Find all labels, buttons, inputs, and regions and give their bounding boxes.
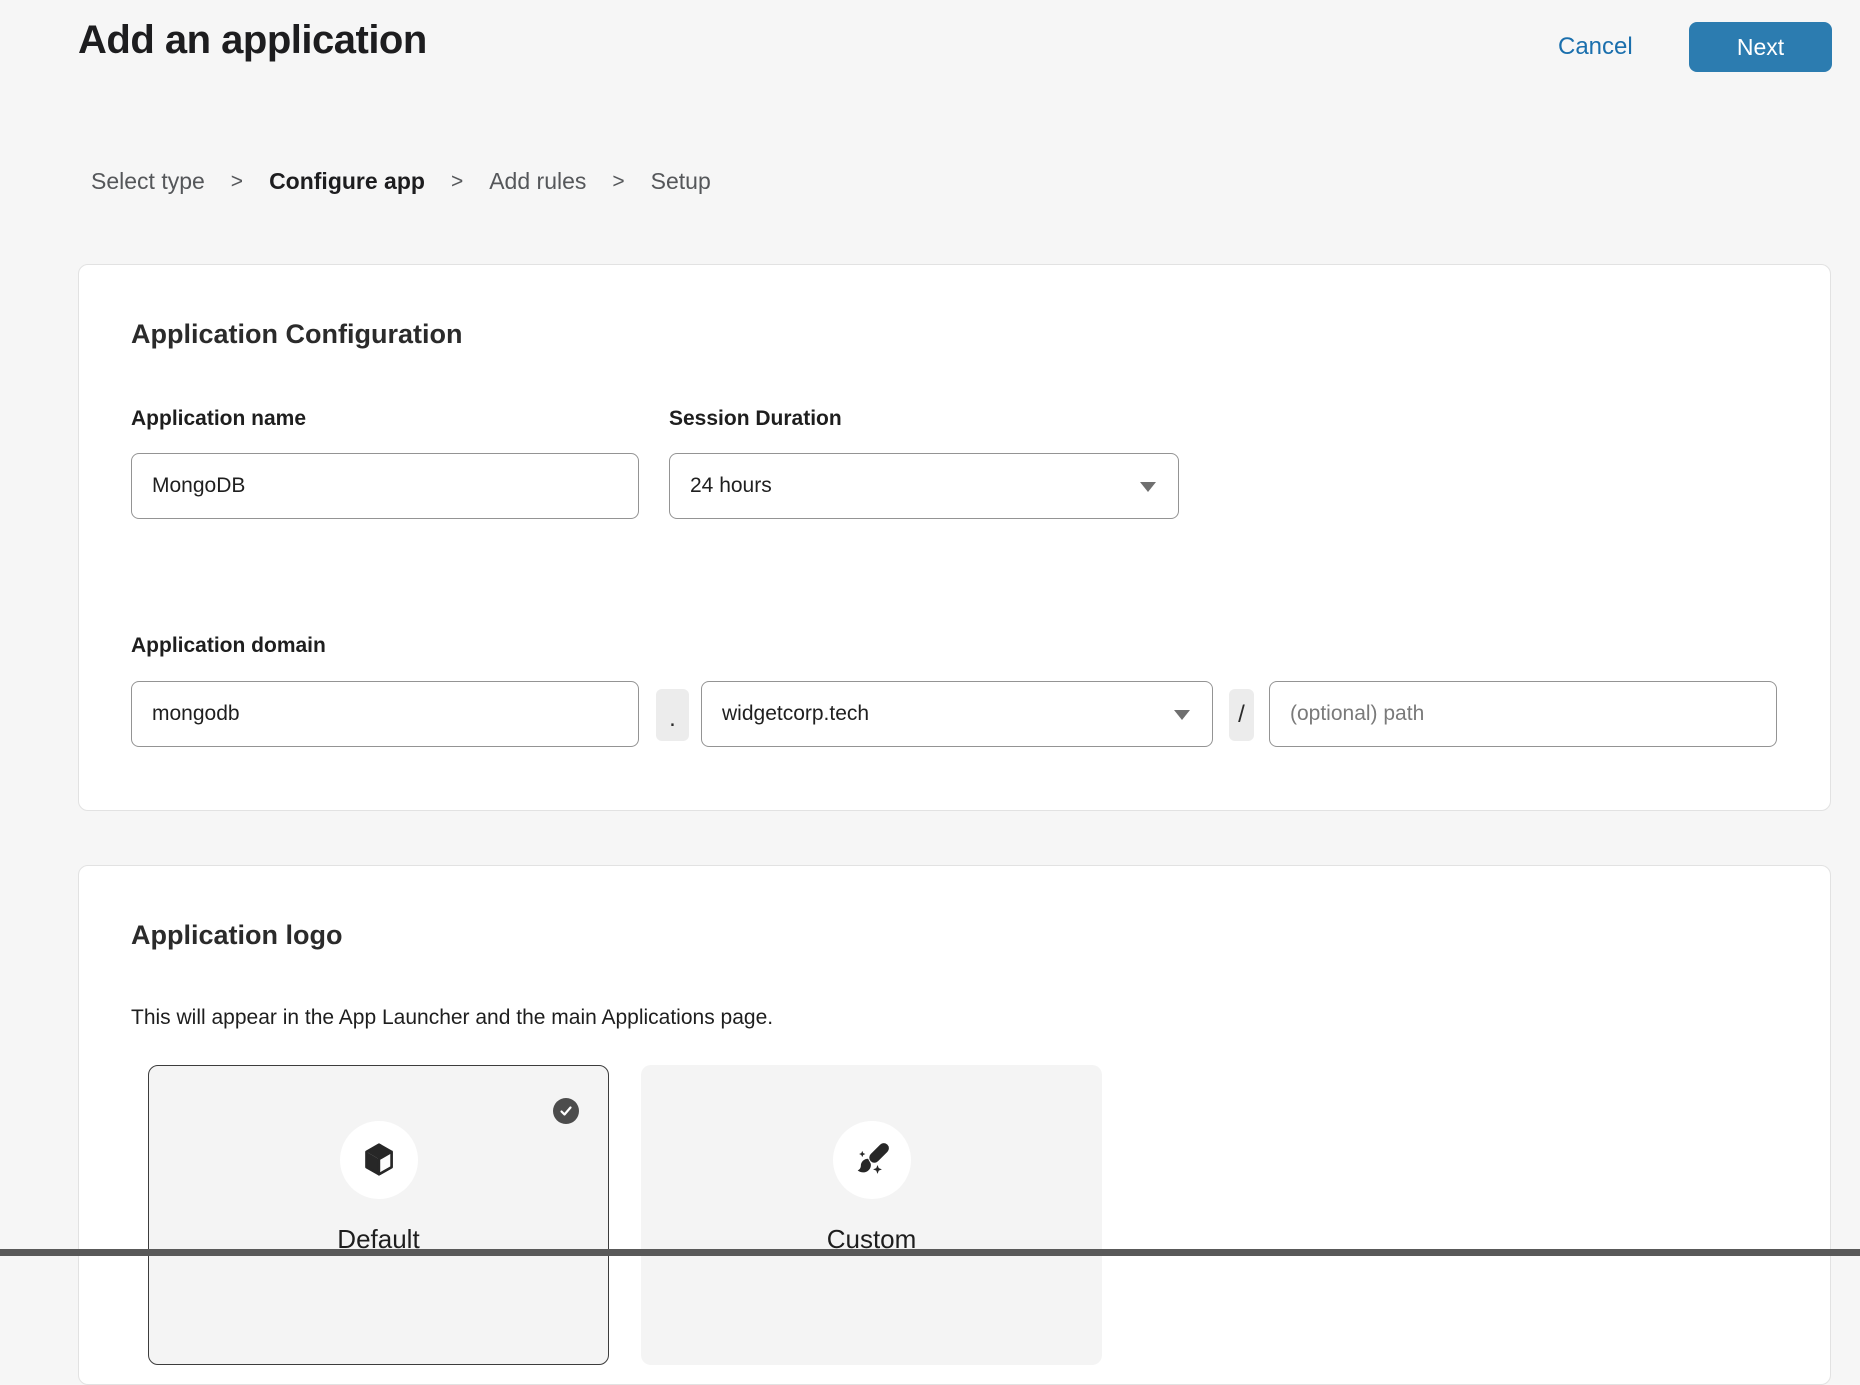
domain-slash-separator: /	[1229, 689, 1254, 741]
session-duration-select[interactable]: 24 hours	[669, 453, 1179, 519]
breadcrumb-step-select-type[interactable]: Select type	[91, 168, 205, 195]
application-logo-card: Application logo This will appear in the…	[78, 865, 1831, 1385]
breadcrumb-step-setup[interactable]: Setup	[651, 168, 711, 195]
paintbrush-icon	[833, 1121, 911, 1199]
session-duration-value: 24 hours	[690, 474, 772, 498]
cancel-button[interactable]: Cancel	[1558, 33, 1633, 61]
chevron-down-icon	[1140, 482, 1156, 492]
domain-dot-separator: .	[656, 689, 689, 741]
domain-value: widgetcorp.tech	[722, 702, 869, 726]
logo-option-custom[interactable]: Custom	[641, 1065, 1102, 1365]
logo-option-default[interactable]: Default	[148, 1065, 609, 1365]
logo-options: Default Custom	[148, 1065, 1102, 1365]
subdomain-input[interactable]	[131, 681, 639, 747]
breadcrumb-separator: >	[451, 170, 463, 194]
path-input[interactable]	[1269, 681, 1777, 747]
bottom-edge-bar	[0, 1249, 1860, 1256]
selected-check-icon	[553, 1098, 579, 1124]
logo-card-heading: Application logo	[131, 920, 342, 951]
application-name-label: Application name	[131, 407, 306, 431]
breadcrumb: Select type > Configure app > Add rules …	[91, 168, 711, 195]
breadcrumb-separator: >	[231, 170, 243, 194]
application-configuration-card: Application Configuration Application na…	[78, 264, 1831, 811]
application-name-input[interactable]	[131, 453, 639, 519]
breadcrumb-step-add-rules[interactable]: Add rules	[489, 168, 586, 195]
chevron-down-icon	[1174, 710, 1190, 720]
logo-description: This will appear in the App Launcher and…	[131, 1006, 773, 1030]
application-domain-label: Application domain	[131, 634, 326, 658]
cube-icon	[340, 1121, 418, 1199]
breadcrumb-step-configure-app[interactable]: Configure app	[269, 168, 425, 195]
slash-text: /	[1238, 701, 1245, 729]
domain-select[interactable]: widgetcorp.tech	[701, 681, 1213, 747]
page-title: Add an application	[78, 18, 427, 63]
session-duration-label: Session Duration	[669, 407, 842, 431]
dot-text: .	[669, 705, 676, 733]
config-card-heading: Application Configuration	[131, 319, 462, 350]
breadcrumb-separator: >	[612, 170, 624, 194]
next-button[interactable]: Next	[1689, 22, 1832, 72]
